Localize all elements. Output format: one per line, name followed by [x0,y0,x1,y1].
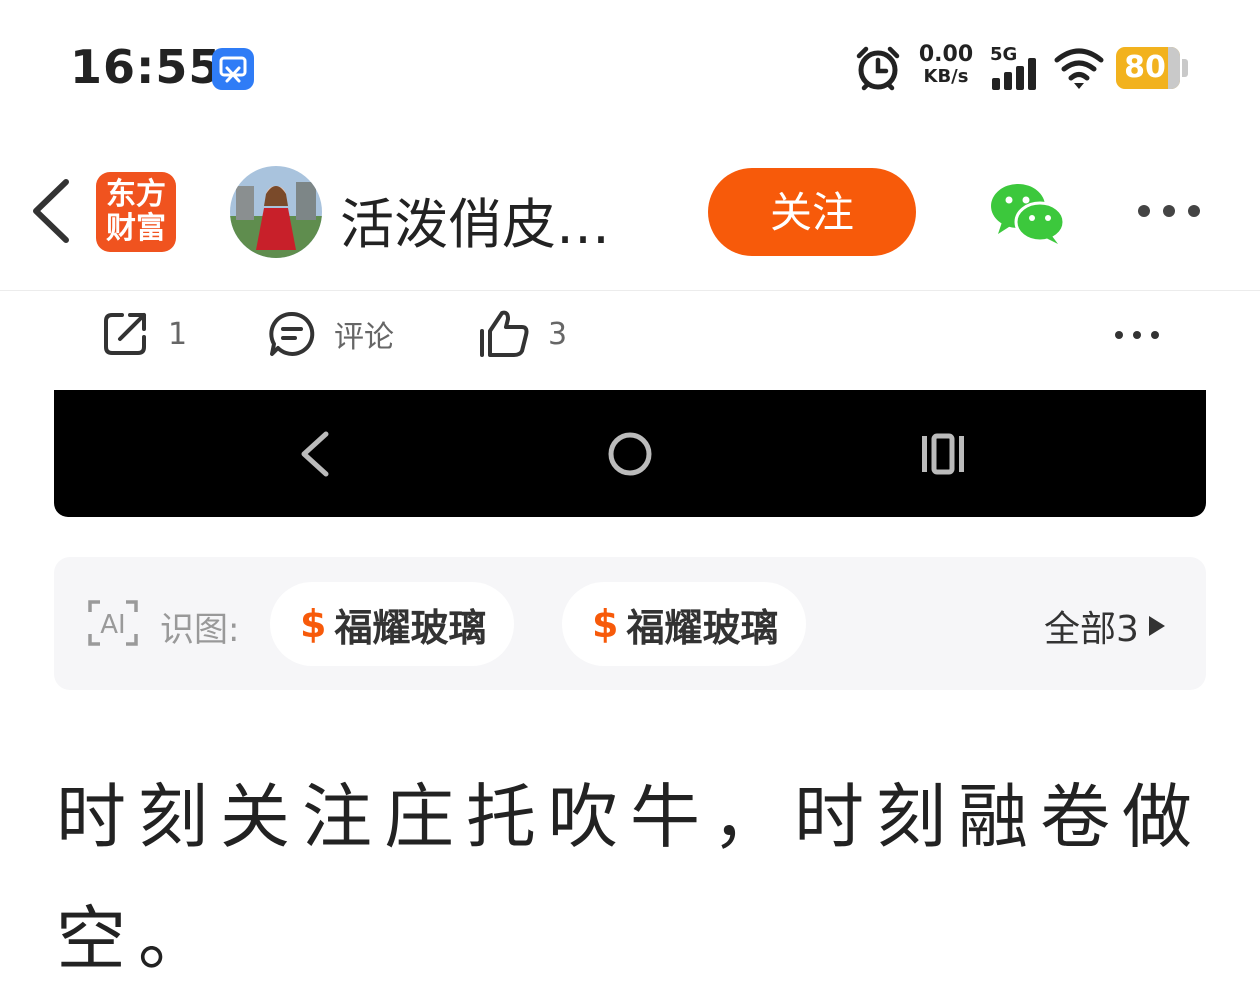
nav-back-icon [301,431,329,477]
dollar-icon: $ [592,602,619,646]
stock-tag[interactable]: $ 福耀玻璃 [562,582,807,666]
post-image[interactable] [54,390,1206,517]
nav-recents-icon [922,433,964,475]
post-more-button[interactable] [1114,320,1160,350]
status-time: 16:55 [70,40,222,94]
share-icon [104,313,146,355]
screen-recorder-icon [212,48,254,90]
back-button[interactable] [26,174,78,248]
stock-tag-name: 福耀玻璃 [626,605,779,650]
wifi-icon [1054,48,1104,90]
more-icon [1115,331,1159,339]
wechat-icon [991,184,1066,244]
net-speed: 0.00 KB/s [916,44,976,88]
ai-scan-icon: AI [88,600,138,646]
post-text: 时刻关注庄托吹牛，时刻融卷做空。 [56,776,1204,980]
avatar[interactable] [230,166,322,258]
battery-level: 80 [1124,50,1166,85]
net-speed-value: 0.00 [918,42,974,67]
stock-tag[interactable]: $ 福耀玻璃 [270,582,515,666]
all-tags-link[interactable]: 全部3 [1044,600,1165,652]
comment-action[interactable]: 评论 [268,306,394,362]
back-icon [33,179,69,243]
ai-label: 识图: [160,610,240,650]
wechat-share-button[interactable] [988,180,1066,246]
app-logo[interactable]: 东方 财富 [96,172,176,252]
like-action[interactable]: 3 [478,306,567,362]
ai-icon-text: AI [100,610,125,640]
share-action[interactable]: 1 [100,306,187,362]
signal-icon [992,58,1040,90]
header-divider [0,290,1260,291]
more-options-button[interactable] [1136,196,1202,226]
stock-tag-name: 福耀玻璃 [334,605,487,650]
all-tags-label: 全部3 [1044,609,1139,650]
share-count: 1 [168,316,188,352]
play-arrow-icon [1148,616,1165,636]
nav-home-icon [608,432,652,476]
battery-icon: 80 [1116,47,1180,89]
like-icon [480,310,529,357]
comment-label: 评论 [334,320,394,355]
dollar-icon: $ [300,602,327,646]
more-icon [1138,205,1200,217]
username[interactable]: 活泼俏皮… [340,180,640,259]
like-count: 3 [548,316,568,352]
logo-line2: 财富 [106,211,166,246]
comment-icon [269,311,315,356]
logo-line1: 东方 [106,177,166,212]
follow-button[interactable]: 关注 [708,168,916,256]
alarm-icon [854,44,902,92]
battery-cap [1182,59,1188,77]
net-speed-unit: KB/s [923,66,969,87]
